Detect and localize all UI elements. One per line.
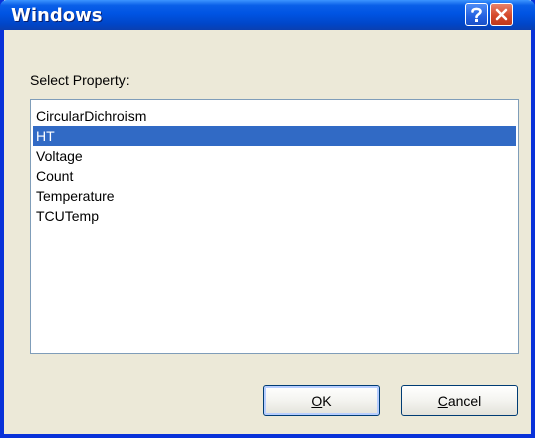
dialog-window: Windows Select Property: CircularDichroi… [0, 0, 535, 438]
list-item[interactable]: Voltage [33, 146, 516, 166]
cancel-mnemonic: C [437, 392, 448, 409]
cancel-button[interactable]: Cancel [401, 385, 518, 416]
list-item[interactable]: CircularDichroism [33, 106, 516, 126]
list-item[interactable]: TCUTemp [33, 206, 516, 226]
help-icon [471, 7, 482, 22]
cancel-label-rest: ancel [447, 392, 482, 409]
help-button[interactable] [465, 3, 488, 26]
list-item[interactable]: Count [33, 166, 516, 186]
ok-button[interactable]: OK [263, 385, 380, 416]
ok-mnemonic: O [311, 392, 323, 409]
property-listbox[interactable]: CircularDichroism HT Voltage Count Tempe… [30, 99, 519, 354]
close-icon [495, 8, 508, 21]
select-property-label: Select Property: [30, 72, 130, 88]
close-button[interactable] [490, 3, 513, 26]
window-title: Windows [11, 5, 103, 26]
list-item-selected[interactable]: HT [33, 126, 516, 146]
ok-label-rest: K [322, 392, 332, 409]
title-bar[interactable]: Windows [0, 0, 535, 30]
list-item[interactable]: Temperature [33, 186, 516, 206]
